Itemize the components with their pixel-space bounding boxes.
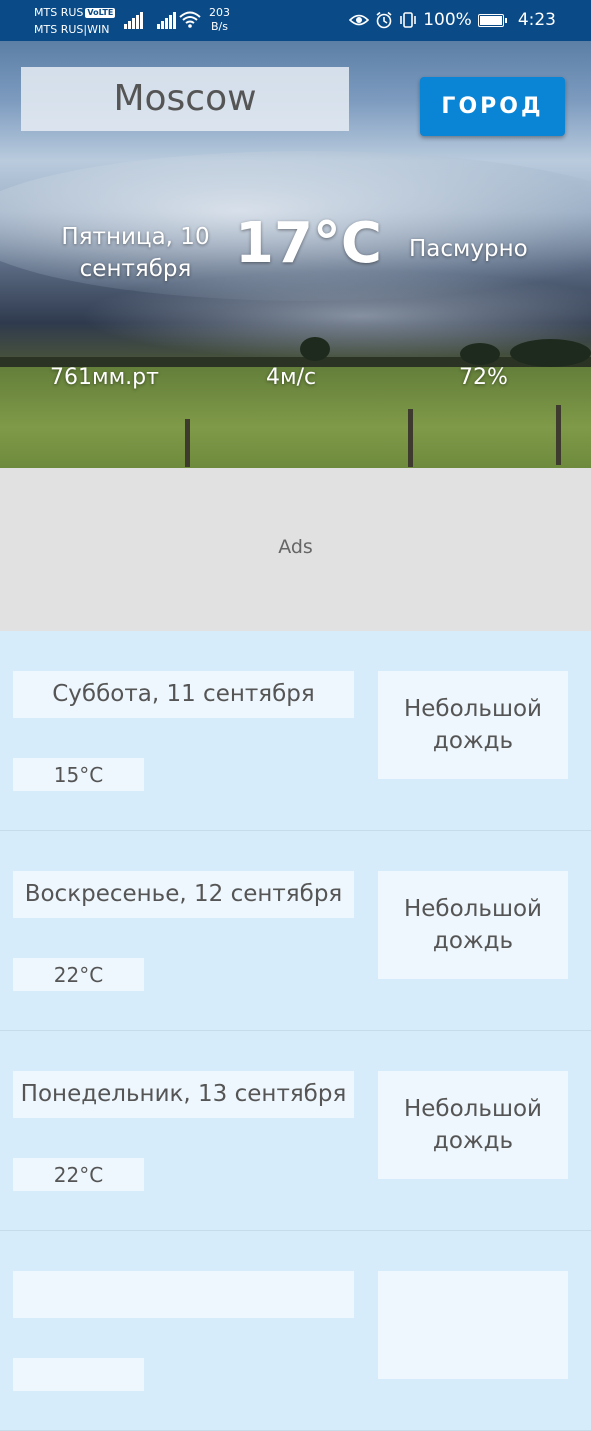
background-fence-post <box>408 409 413 467</box>
forecast-temperature: 22°C <box>13 1158 144 1191</box>
city-input[interactable] <box>21 67 349 131</box>
forecast-condition: Небольшой дождь <box>378 671 568 779</box>
net-speed-value: 203 <box>209 6 230 19</box>
forecast-temperature <box>13 1358 144 1391</box>
city-button[interactable]: ГОРОД <box>420 77 565 136</box>
forecast-condition: Небольшой дождь <box>378 1071 568 1179</box>
current-temperature: 17°C <box>235 211 383 276</box>
forecast-condition-label: Небольшой дождь <box>403 896 543 954</box>
forecast-temperature: 15°C <box>13 758 144 791</box>
forecast-list[interactable]: Суббота, 11 сентября 15°C Небольшой дожд… <box>0 631 591 1431</box>
carrier-secondary: MTS RUS|WIN <box>34 23 110 36</box>
background-tree <box>510 339 591 367</box>
signal-icon <box>157 11 177 29</box>
volte-badge: VoLTE <box>85 8 116 18</box>
humidity-value: 72% <box>459 365 508 390</box>
clock: 4:23 <box>517 10 556 30</box>
forecast-condition-label: Небольшой дождь <box>403 696 543 754</box>
forecast-condition-label: Небольшой дождь <box>403 1096 543 1154</box>
ad-banner[interactable]: Ads <box>0 468 591 631</box>
vibrate-icon <box>400 12 417 28</box>
forecast-date <box>13 1271 354 1318</box>
forecast-condition: Небольшой дождь <box>378 871 568 979</box>
forecast-row[interactable]: Понедельник, 13 сентября 22°C Небольшой … <box>0 1031 591 1231</box>
forecast-date: Понедельник, 13 сентября <box>13 1071 354 1118</box>
forecast-date: Воскресенье, 12 сентября <box>13 871 354 918</box>
carrier-primary-label: MTS RUS <box>34 6 84 19</box>
battery-icon <box>477 13 507 27</box>
forecast-condition <box>378 1271 568 1379</box>
background-fence-post <box>556 405 561 465</box>
net-speed: 203 B/s <box>209 6 230 34</box>
battery-percent: 100% <box>423 10 472 30</box>
forecast-temperature: 22°C <box>13 958 144 991</box>
eye-icon <box>349 14 370 26</box>
forecast-row[interactable]: Воскресенье, 12 сентября 22°C Небольшой … <box>0 831 591 1031</box>
forecast-row[interactable] <box>0 1231 591 1431</box>
background-fence-post <box>185 419 190 467</box>
signal-icon <box>124 11 144 29</box>
net-speed-unit: B/s <box>211 20 228 33</box>
alarm-icon <box>376 11 392 29</box>
pressure-value: 761мм.рт <box>50 365 159 390</box>
wifi-icon <box>179 11 201 28</box>
forecast-row[interactable]: Суббота, 11 сентября 15°C Небольшой дожд… <box>0 631 591 831</box>
background-tree <box>300 337 330 361</box>
status-bar: MTS RUS VoLTE MTS RUS|WIN 203 B/s 100% 4… <box>0 0 591 41</box>
current-date: Пятница, 10 сентября <box>61 224 210 282</box>
wind-value: 4м/с <box>266 365 317 390</box>
carrier-primary: MTS RUS VoLTE <box>34 6 116 19</box>
current-weather-panel: ГОРОД Пятница, 10 сентября 17°C Пасмурно… <box>0 41 591 468</box>
ad-label: Ads <box>278 536 313 558</box>
forecast-date: Суббота, 11 сентября <box>13 671 354 718</box>
background-tree <box>460 343 500 365</box>
status-right: 100% 4:23 <box>349 9 556 31</box>
current-condition: Пасмурно <box>409 236 528 262</box>
